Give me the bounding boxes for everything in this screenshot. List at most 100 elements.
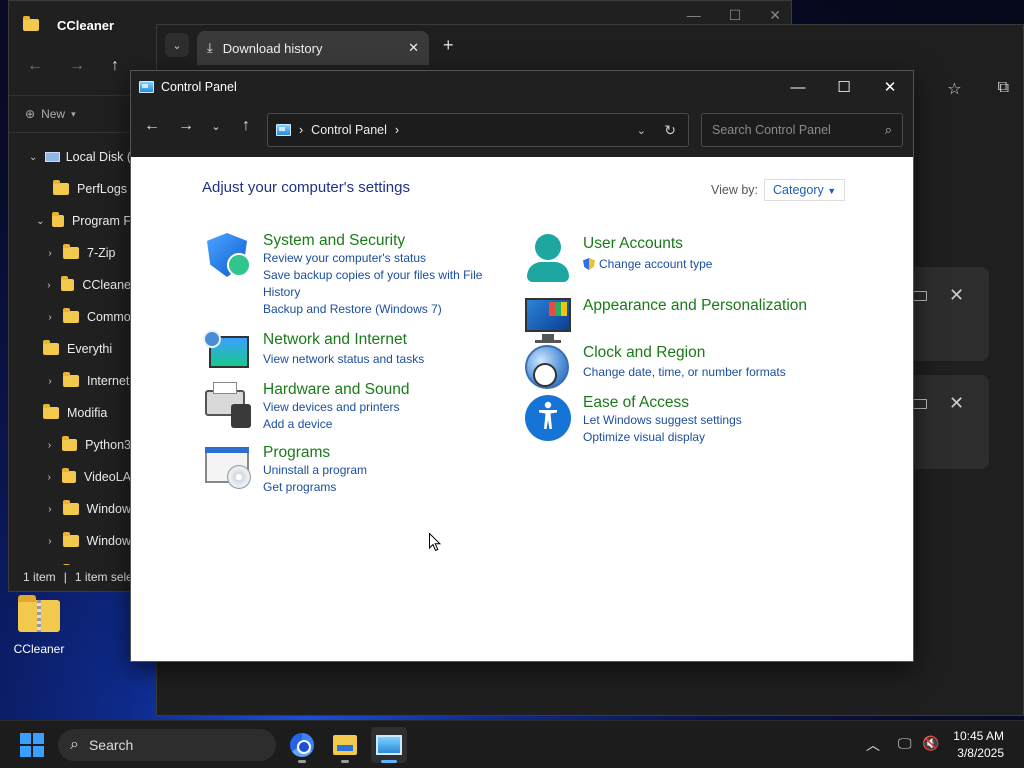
minimize-icon[interactable]: — [687,7,701,24]
link-optimize-display[interactable]: Optimize visual display [583,429,742,446]
search-box[interactable]: ⌕ [701,113,903,147]
up-arrow-icon[interactable]: ↑ [111,57,119,75]
chevron-right-icon[interactable]: › [43,472,56,483]
forward-arrow-icon[interactable]: → [69,57,85,75]
maximize-button[interactable]: ☐ [821,71,867,103]
tree-item[interactable]: › CCleane [9,269,131,301]
tree-item[interactable]: › Window [9,493,131,525]
breadcrumb[interactable]: Control Panel [311,123,387,137]
search-input[interactable] [712,123,872,137]
control-panel-window[interactable]: Control Panel — ☐ ✕ ← → ⌄ ↑ › Control Pa… [130,70,914,662]
link-get-programs[interactable]: Get programs [263,479,367,496]
tree-item-label: Window [86,502,131,516]
chevron-down-icon[interactable]: ⌄ [27,152,39,163]
recent-locations-chevron-icon[interactable]: ⌄ [203,120,229,133]
category-title[interactable]: System and Security [263,231,493,250]
desktop-icon-ccleaner[interactable]: CCleaner [8,595,70,656]
tree-item[interactable]: Everythi [9,333,131,365]
network-icon[interactable] [203,330,253,380]
user-icon[interactable] [523,234,573,284]
chevron-right-icon[interactable]: › [299,123,303,137]
new-button[interactable]: New [41,107,65,121]
chevron-right-icon[interactable]: › [43,440,56,451]
page-title: Adjust your computer's settings [202,179,410,196]
open-folder-icon[interactable] [913,291,927,301]
back-arrow-icon[interactable]: ← [27,57,43,75]
category-title[interactable]: User Accounts [583,234,712,253]
category-title[interactable]: Ease of Access [583,393,742,412]
category-title[interactable]: Clock and Region [583,343,786,362]
taskbar-app-browser[interactable] [284,727,320,763]
clock-globe-icon[interactable] [523,343,573,393]
category-title[interactable]: Hardware and Sound [263,380,410,399]
link-add-device[interactable]: Add a device [263,416,410,433]
chevron-right-icon[interactable]: › [43,376,57,387]
chevron-right-icon[interactable]: › [43,280,55,291]
new-tab-button[interactable]: + [443,35,454,56]
address-box[interactable]: › Control Panel › ⌄ ↻ [267,113,689,147]
volume-muted-icon[interactable]: 🔇 [922,735,939,752]
category-title[interactable]: Appearance and Personalization [583,296,807,315]
up-arrow-icon[interactable]: ↑ [233,117,259,135]
accessibility-icon[interactable] [523,393,573,443]
tree-item-label: Modifia [67,406,108,420]
chevron-down-icon[interactable]: ⌄ [35,216,46,227]
system-clock[interactable]: 10:45 AM 3/8/2025 [953,728,1004,762]
tab-search-button[interactable]: ⌄ [165,33,189,57]
link-file-history[interactable]: Save backup copies of your files with Fi… [263,267,493,301]
remove-icon[interactable]: ✕ [949,393,964,414]
refresh-icon[interactable]: ↻ [664,122,676,139]
link-uninstall[interactable]: Uninstall a program [263,462,367,479]
extensions-icon[interactable]: ⧉ [998,79,1009,99]
network-icon[interactable]: 🖵 [898,735,912,752]
category-title[interactable]: Programs [263,443,367,462]
chevron-right-icon[interactable]: › [43,504,57,515]
link-network-status[interactable]: View network status and tasks [263,351,424,368]
tree-item[interactable]: › Python3 [9,429,131,461]
minimize-button[interactable]: — [775,71,821,103]
close-icon[interactable]: ✕ [769,7,781,24]
taskbar-search[interactable]: ⌕ Search [58,729,276,761]
tree-item[interactable]: ⌄ Local Disk ( [9,141,131,173]
address-history-dropdown-icon[interactable]: ⌄ [637,124,646,137]
programs-icon[interactable] [203,443,253,493]
printer-icon[interactable] [203,380,253,430]
link-review-status[interactable]: Review your computer's status [263,250,493,267]
tab-download-history[interactable]: ⤓ Download history ✕ [197,31,429,65]
maximize-icon[interactable]: ☐ [729,7,742,24]
chevron-right-icon[interactable]: › [43,312,57,323]
back-arrow-icon[interactable]: ← [139,117,165,135]
forward-arrow-icon[interactable]: → [173,117,199,135]
close-tab-icon[interactable]: ✕ [408,40,419,56]
start-button[interactable] [20,733,44,757]
link-backup-restore[interactable]: Backup and Restore (Windows 7) [263,301,493,318]
category-title[interactable]: Network and Internet [263,330,424,349]
tree-item[interactable]: › Window [9,525,131,557]
tree-item[interactable]: › VideoLA [9,461,131,493]
show-hidden-icons-chevron-icon[interactable]: ︿ [866,735,880,755]
monitor-icon[interactable] [523,296,573,346]
shield-icon[interactable] [203,231,253,281]
close-button[interactable]: ✕ [867,71,913,103]
navigation-tree[interactable]: ⌄ Local Disk (PerfLogs ⌄ Program F › 7-Zip › CC… [9,141,131,565]
link-suggest-settings[interactable]: Let Windows suggest settings [583,412,742,429]
tree-item[interactable]: PerfLogs [9,173,131,205]
chevron-right-icon[interactable]: › [43,536,57,547]
taskbar-app-file-explorer[interactable] [327,727,363,763]
remove-icon[interactable]: ✕ [949,285,964,306]
link-devices-printers[interactable]: View devices and printers [263,399,410,416]
link-date-time-formats[interactable]: Change date, time, or number formats [583,364,786,381]
star-icon[interactable]: ☆ [947,79,961,99]
chevron-right-icon[interactable]: › [395,123,399,137]
tree-item[interactable]: › Internet [9,365,131,397]
taskbar-app-control-panel[interactable] [371,727,407,763]
view-by-dropdown[interactable]: Category ▼ [764,179,846,201]
tree-item[interactable]: › Commo [9,301,131,333]
open-folder-icon[interactable] [913,399,927,409]
link-change-account-type[interactable]: Change account type [583,256,712,273]
chevron-right-icon[interactable]: › [43,248,57,259]
search-icon[interactable]: ⌕ [885,122,892,138]
tree-item[interactable]: › 7-Zip [9,237,131,269]
tree-item[interactable]: ⌄ Program F [9,205,131,237]
tree-item[interactable]: Modifia [9,397,131,429]
